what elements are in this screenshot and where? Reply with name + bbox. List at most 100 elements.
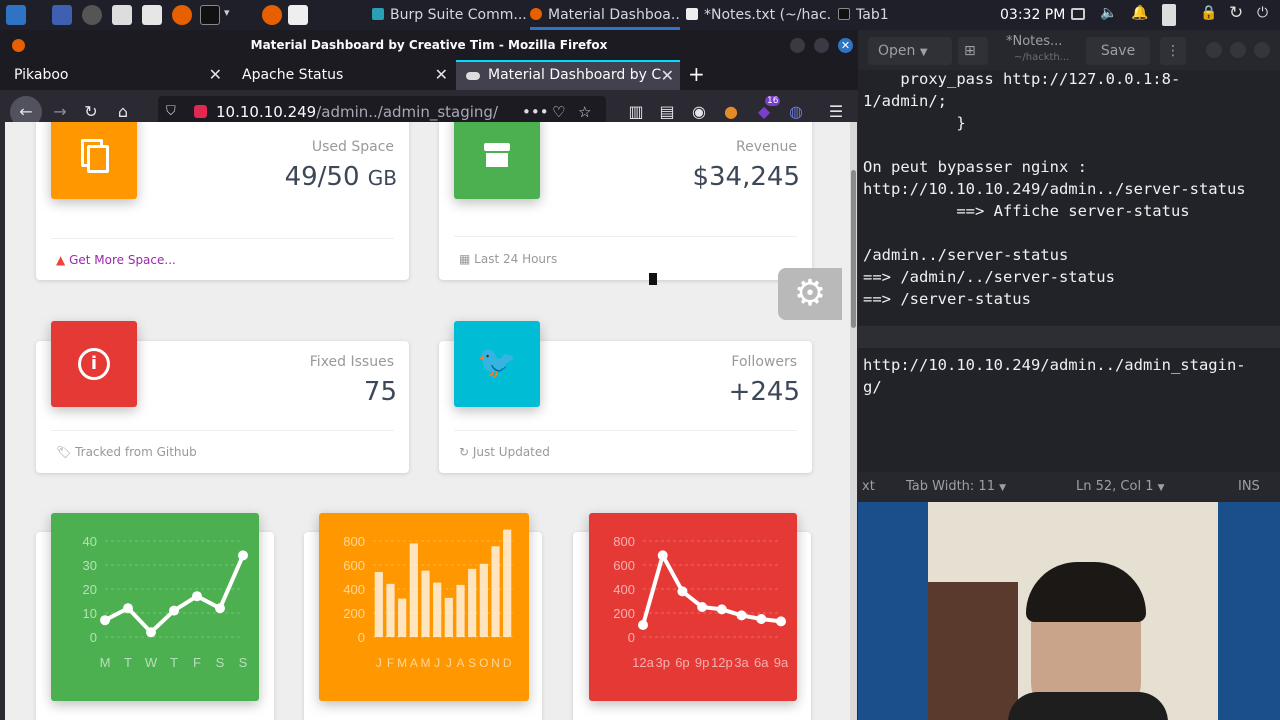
info-icon: i <box>51 321 137 407</box>
forward-icon[interactable]: → <box>50 102 70 122</box>
daily-sales-chart: 0 10 20 30 40 M T W T F S S <box>51 513 259 701</box>
screen-icon[interactable] <box>1071 8 1085 20</box>
page-scrollbar[interactable] <box>850 122 857 720</box>
task-firefox[interactable]: Material Dashboa... <box>530 0 680 30</box>
tab-width-selector[interactable]: Tab Width: 11 ▼ <box>906 479 1006 494</box>
hamburger-menu-icon[interactable]: ☰ <box>826 102 846 122</box>
close-tab-icon[interactable]: ✕ <box>209 60 222 90</box>
show-desktop-icon[interactable] <box>52 5 72 25</box>
editor-line[interactable]: http://10.10.10.249/admin../admin_stagin… <box>863 354 1280 376</box>
cursor-position[interactable]: Ln 52, Col 1 ▼ <box>1076 479 1165 494</box>
x-tick-label: 9a <box>774 655 789 670</box>
bar <box>468 568 477 637</box>
close-tab-icon[interactable]: ✕ <box>435 60 448 90</box>
reload-icon[interactable]: ↻ <box>81 102 101 122</box>
save-button[interactable]: Save <box>1086 37 1150 65</box>
menu-icon[interactable]: ⋮ <box>1160 37 1186 65</box>
editor-line[interactable]: ==> /server-status <box>863 288 1280 310</box>
editor-line[interactable] <box>863 134 1280 156</box>
cookie-extension-icon[interactable]: ● <box>721 102 741 122</box>
foxyproxy-icon[interactable]: ◍ <box>786 102 806 122</box>
chevron-down-icon[interactable]: ▾ <box>224 6 230 19</box>
get-more-space-link[interactable]: ▲ Get More Space... <box>56 253 176 267</box>
bar <box>456 584 465 637</box>
editor-line[interactable] <box>863 310 1280 332</box>
settings-icon[interactable] <box>82 5 102 25</box>
task-terminal[interactable]: Tab1 <box>838 0 908 30</box>
files-icon[interactable] <box>142 5 162 25</box>
x-tick-label: F <box>387 656 394 670</box>
battery-icon[interactable] <box>1162 4 1176 26</box>
minimize-button[interactable] <box>790 38 805 53</box>
editor-line[interactable] <box>863 332 1280 354</box>
firefox-launcher-icon[interactable] <box>172 5 192 25</box>
open-button[interactable]: Open ▼ <box>868 37 952 65</box>
editor-line[interactable]: } <box>863 112 1280 134</box>
x-tick-label: 9p <box>695 655 709 670</box>
lock-icon[interactable]: 🔒 <box>1200 5 1217 21</box>
editor-line[interactable]: On peut bypasser nginx : <box>863 156 1280 178</box>
firefox-window-icon[interactable] <box>262 5 282 25</box>
maximize-button[interactable] <box>1230 42 1246 58</box>
volume-icon[interactable]: 🔈 <box>1100 5 1117 21</box>
x-tick-label: 6a <box>754 655 769 670</box>
document-icon[interactable] <box>112 5 132 25</box>
y-tick-label: 800 <box>343 534 365 549</box>
home-icon[interactable]: ⌂ <box>113 102 133 122</box>
editor-line[interactable]: http://10.10.10.249/admin../server-statu… <box>863 178 1280 200</box>
sidebar-icon[interactable]: ▤ <box>657 102 677 122</box>
editor-line[interactable]: /admin../server-status <box>863 244 1280 266</box>
account-icon[interactable]: ◉ <box>689 102 709 122</box>
editor-line[interactable]: g/ <box>863 376 1280 398</box>
tab-apache-status[interactable]: Apache Status ✕ <box>228 60 454 90</box>
close-window-button[interactable]: ✕ <box>838 38 853 53</box>
y-tick-label: 10 <box>83 606 97 621</box>
minimize-button[interactable] <box>1206 42 1222 58</box>
x-tick-label: 6p <box>675 655 689 670</box>
x-tick-label: 3p <box>655 655 669 670</box>
close-tab-icon[interactable]: ✕ <box>661 62 674 89</box>
editor-line[interactable]: ==> Affiche server-status <box>863 200 1280 222</box>
tab-pikaboo[interactable]: Pikaboo ✕ <box>0 60 228 90</box>
bar <box>374 571 383 637</box>
syntax-selector[interactable]: xt <box>862 479 875 494</box>
insecure-lock-icon[interactable] <box>194 105 207 118</box>
new-tab-icon[interactable]: + <box>688 62 705 86</box>
library-icon[interactable]: ▥ <box>626 102 646 122</box>
card-category: Fixed Issues <box>309 354 394 370</box>
refresh-icon[interactable]: ↻ <box>1229 3 1243 23</box>
page-content: Used Space 49/50 GB ▲ Get More Space... … <box>5 122 857 720</box>
maximize-button[interactable] <box>814 38 829 53</box>
editor-line[interactable] <box>863 222 1280 244</box>
chevron-down-icon: ▼ <box>919 47 928 58</box>
x-tick-label: J <box>376 656 382 670</box>
twitter-icon: 🐦 <box>454 321 540 407</box>
power-icon[interactable]: ⏻ <box>1257 5 1268 21</box>
app-menu-icon[interactable] <box>6 5 26 25</box>
editor-text-area[interactable]: proxy_pass http://127.0.0.1:8- 1/admin/; … <box>863 68 1280 398</box>
y-tick-label: 0 <box>628 630 635 645</box>
editor-line[interactable]: proxy_pass http://127.0.0.1:8- <box>863 68 1280 90</box>
task-notes[interactable]: *Notes.txt (~/hac... <box>686 0 832 30</box>
notes-window-icon[interactable] <box>288 5 308 25</box>
email-subscriptions-chart: 0 200 400 600 800 J F M A M J J A S O N D <box>319 513 529 701</box>
clock[interactable]: 03:32 PM <box>1000 0 1065 30</box>
task-burp[interactable]: Burp Suite Comm... <box>372 0 527 30</box>
terminal-icon[interactable] <box>200 5 220 25</box>
notification-bell-icon[interactable]: 🔔 <box>1131 5 1148 21</box>
y-tick-label: 800 <box>613 534 635 549</box>
card-footer: ▦ Last 24 Hours <box>459 252 558 266</box>
editor-line[interactable]: ==> /admin/../server-status <box>863 266 1280 288</box>
editor-line[interactable]: 1/admin/; <box>863 90 1280 112</box>
chevron-down-icon: ▼ <box>1157 483 1165 493</box>
new-document-icon[interactable]: ⊞ <box>958 37 988 65</box>
bar <box>386 583 395 637</box>
scrollbar-thumb[interactable] <box>851 170 856 328</box>
close-button[interactable] <box>1254 42 1270 58</box>
firefox-icon <box>530 8 542 20</box>
settings-gear-button[interactable]: ⚙ <box>778 268 842 320</box>
tab-material-dashboard[interactable]: Material Dashboard by C ✕ <box>456 60 680 90</box>
data-point <box>169 605 179 616</box>
x-tick-label: M <box>397 656 407 670</box>
data-point <box>123 603 133 614</box>
